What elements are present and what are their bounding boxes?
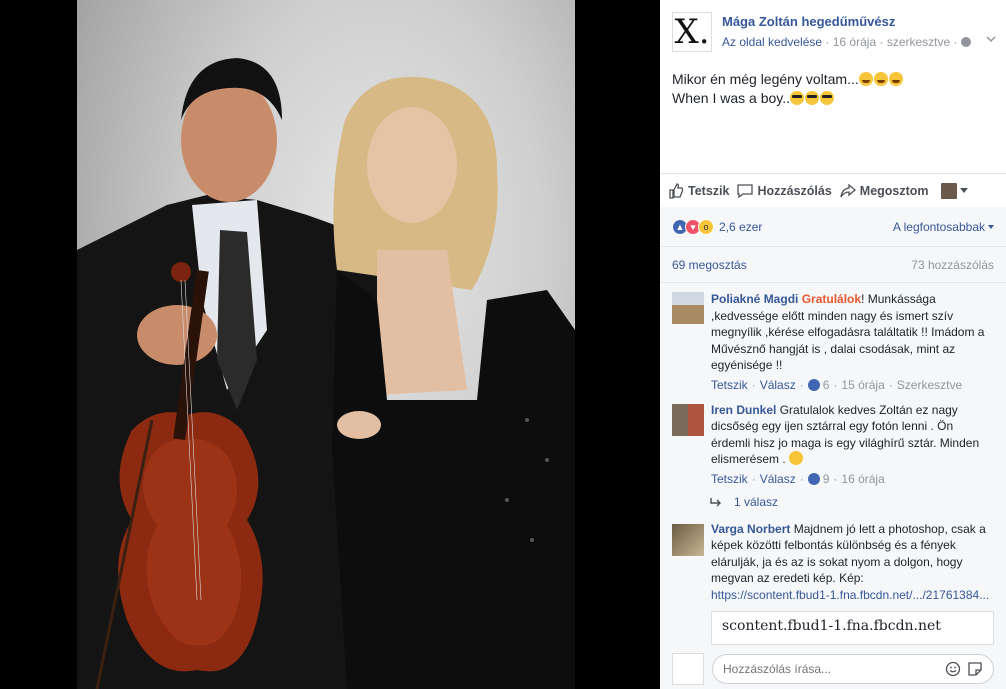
comment-meta: Tetszik · Válasz · 6 · 15 órája · Szerkesztv… xyxy=(711,377,963,392)
post-text-line-1: Mikor én még legény voltam... xyxy=(672,70,994,89)
emoji-icon[interactable] xyxy=(945,661,961,677)
link-preview[interactable]: scontent.fbud1-1.fna.fbcdn.net xyxy=(711,611,994,645)
like-page-link[interactable]: Az oldal kedvelése xyxy=(722,35,822,49)
like-button[interactable]: Tetszik xyxy=(668,182,729,199)
comment-meta: Tetszik · Válasz · 9 · 16 órája xyxy=(711,471,885,486)
view-replies-link[interactable]: 1 válasz xyxy=(660,486,1006,509)
comment: Poliakné Magdi Gratulálok! Munkássága ,k… xyxy=(660,283,1006,392)
chevron-down-icon[interactable] xyxy=(986,34,996,44)
comment-composer xyxy=(660,649,1006,689)
post-panel: X. Mága Zoltán hegedűművész Az oldal ked… xyxy=(660,0,1006,689)
comment-body: Poliakné Magdi Gratulálok! Munkássága ,k… xyxy=(711,291,994,374)
reaction-count[interactable]: 2,6 ezer xyxy=(719,220,762,234)
thumbs-up-icon xyxy=(669,182,684,199)
profile-avatar[interactable] xyxy=(940,182,957,199)
comment-icon xyxy=(737,183,754,198)
comment-button[interactable]: Hozzászólás xyxy=(737,183,832,199)
comment-time[interactable]: 15 órája xyxy=(841,378,884,392)
comment: Varga Norbert Majdnem jó lett a photosho… xyxy=(660,509,1006,604)
post-meta: Az oldal kedvelése · 16 órája · szerkesz… xyxy=(722,35,971,49)
sunglasses-emoji-icon xyxy=(820,91,835,105)
comment: Iren Dunkel Gratulalok kedves Zoltán ez … xyxy=(660,392,1006,486)
comment-input-box[interactable] xyxy=(712,654,994,684)
commenter-avatar[interactable] xyxy=(672,292,704,324)
comment-like-count[interactable]: 9 xyxy=(823,472,830,486)
comment-body: Iren Dunkel Gratulalok kedves Zoltán ez … xyxy=(711,402,994,468)
comment-like-count[interactable]: 6 xyxy=(823,378,830,392)
laughing-emoji-icon xyxy=(873,72,888,86)
comment-edited[interactable]: Szerkesztve xyxy=(897,378,962,392)
user-avatar xyxy=(672,653,704,685)
post-time[interactable]: 16 órája xyxy=(833,35,876,49)
share-count-row: 69 megosztás 73 hozzászólás xyxy=(660,247,1006,283)
sticker-icon[interactable] xyxy=(967,661,983,677)
comment-reply-link[interactable]: Válasz xyxy=(760,472,796,486)
post-header: X. Mága Zoltán hegedűművész Az oldal ked… xyxy=(660,0,1006,62)
meta-separator: · xyxy=(953,35,961,49)
wow-reaction-icon[interactable]: o xyxy=(698,218,714,235)
laughing-emoji-icon xyxy=(888,72,903,86)
share-button[interactable]: Megosztom xyxy=(840,183,929,199)
comment-input[interactable] xyxy=(723,662,939,676)
chevron-down-icon[interactable] xyxy=(959,188,968,193)
post-text: Mikor én még legény voltam... When I was… xyxy=(660,62,1006,108)
kiss-emoji-icon xyxy=(789,451,804,465)
meta-separator: · xyxy=(879,35,887,49)
like-reaction-icon xyxy=(807,472,820,485)
share-icon xyxy=(840,183,856,197)
reply-arrow-icon xyxy=(710,497,721,506)
page-avatar[interactable]: X. xyxy=(672,12,712,52)
comment-author[interactable]: Varga Norbert xyxy=(711,522,790,536)
share-count[interactable]: 69 megosztás xyxy=(672,258,747,272)
commenter-avatar[interactable] xyxy=(672,403,704,436)
post-text-line-2: When I was a boy.. xyxy=(672,89,994,108)
sunglasses-emoji-icon xyxy=(790,91,805,105)
page-name-link[interactable]: Mága Zoltán hegedűművész xyxy=(722,14,895,29)
laughing-emoji-icon xyxy=(858,72,873,86)
commenter-avatar[interactable] xyxy=(672,523,704,556)
comment-like-link[interactable]: Tetszik xyxy=(711,378,748,392)
comment-count[interactable]: 73 hozzászólás xyxy=(911,258,994,272)
comment-author[interactable]: Poliakné Magdi xyxy=(711,292,798,306)
meta-separator: · xyxy=(825,35,833,49)
feedback-section: ▲ ♥ o 2,6 ezer A legfontosabbak 69 megos… xyxy=(660,207,1006,689)
like-reaction-icon xyxy=(807,378,820,391)
comment-highlight: Gratulálok xyxy=(801,292,862,306)
comment-reply-link[interactable]: Válasz xyxy=(760,378,796,392)
post-photo[interactable] xyxy=(77,0,575,689)
globe-icon xyxy=(960,37,971,47)
comment-like-link[interactable]: Tetszik xyxy=(711,472,748,486)
comment-body: Varga Norbert Majdnem jó lett a photosho… xyxy=(711,521,994,604)
post-actions: Tetszik Hozzászólás Megosztom xyxy=(660,173,1006,207)
comment-time[interactable]: 16 órája xyxy=(841,472,884,486)
sort-dropdown[interactable]: A legfontosabbak xyxy=(893,220,994,234)
reactions-row: ▲ ♥ o 2,6 ezer A legfontosabbak xyxy=(660,207,1006,247)
sunglasses-emoji-icon xyxy=(805,91,820,105)
photo-viewer xyxy=(0,0,660,689)
comment-author[interactable]: Iren Dunkel xyxy=(711,403,776,417)
comment-link[interactable]: https://scontent.fbud1-1.fna.fbcdn.net/.… xyxy=(711,588,989,602)
edited-label[interactable]: szerkesztve xyxy=(887,35,950,49)
